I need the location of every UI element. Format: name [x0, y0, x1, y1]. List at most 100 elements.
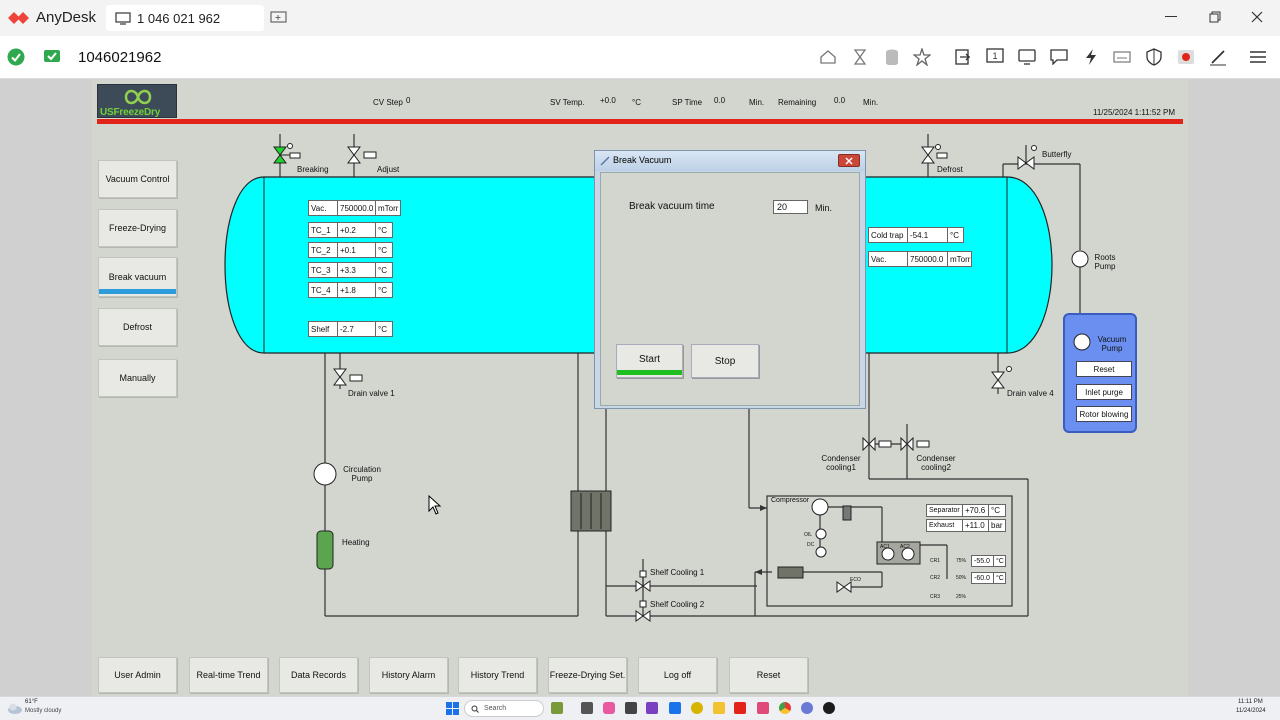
taskbar-app-icon-13[interactable]	[823, 702, 835, 714]
taskbar-app-icon-1[interactable]	[551, 702, 563, 714]
close-button[interactable]	[1248, 8, 1266, 26]
database-icon[interactable]	[882, 47, 902, 67]
cr2-label: CR2	[930, 575, 941, 581]
break-vacuum-dialog: Break Vacuum Break vacuum time 20 Min. S…	[594, 150, 866, 409]
whiteboard-pen-icon[interactable]	[1208, 47, 1228, 67]
dialog-body: Break vacuum time 20 Min. Start Stop	[600, 172, 860, 406]
dialog-titlebar: Break Vacuum	[595, 151, 865, 171]
cr3-label: CR3	[930, 594, 941, 600]
user-admin-button[interactable]: User Admin	[98, 657, 177, 693]
menu-icon[interactable]	[1248, 47, 1268, 67]
restore-button[interactable]	[1206, 8, 1224, 26]
tc1-value: +0.2	[337, 222, 376, 238]
cr2-value: -60.0	[971, 572, 994, 584]
vacuum-pump-label: Vacuum Pump	[1097, 335, 1127, 353]
cr2-percent: 50%	[956, 575, 967, 581]
chrome-icon[interactable]	[779, 702, 791, 714]
history-trend-button[interactable]: History Trend	[458, 657, 537, 693]
realtime-trend-button[interactable]: Real-time Trend	[189, 657, 268, 693]
hourglass-icon[interactable]	[850, 47, 870, 67]
shelf-cooling-1-label: Shelf Cooling 1	[650, 568, 705, 577]
start-active-indicator	[617, 370, 682, 375]
file-explorer-icon[interactable]	[713, 702, 725, 714]
drain-valve-1-label: Drain valve 1	[348, 389, 395, 398]
nav-defrost[interactable]: Defrost	[98, 308, 177, 346]
cold-trap-label: Cold trap	[868, 227, 908, 243]
stop-button[interactable]: Stop	[691, 344, 759, 378]
drain-valve-4-label: Drain valve 4	[1007, 389, 1054, 398]
breaking-valve-label: Breaking	[297, 165, 329, 174]
shelf-value: -2.7	[337, 321, 376, 337]
tc2-unit: °C	[375, 242, 393, 258]
shelf-unit: °C	[375, 321, 393, 337]
roots-pump-label: Roots Pump	[1094, 253, 1116, 271]
condenser-cooling-1-label: Condenser cooling1	[821, 454, 861, 472]
break-vacuum-time-input[interactable]: 20	[773, 200, 808, 214]
taskbar-app-icon-10[interactable]	[757, 702, 769, 714]
weather-cloud-icon	[8, 703, 22, 714]
taskbar-date: 11/24/2024	[1236, 708, 1266, 714]
tc1-unit: °C	[375, 222, 393, 238]
new-tab-icon[interactable]	[270, 11, 288, 25]
anydesk-logo-icon	[8, 12, 29, 24]
tc2-value: +0.1	[337, 242, 376, 258]
outlook-icon[interactable]	[669, 702, 681, 714]
tc3-value: +3.3	[337, 262, 376, 278]
actions-lightning-icon[interactable]	[1081, 47, 1101, 67]
tc4-value: +1.8	[337, 282, 376, 298]
chamber-vac-value: 750000.0	[337, 200, 376, 216]
privacy-icon[interactable]	[818, 47, 838, 67]
anydesk-toolbar: 1046021962 1	[0, 36, 1280, 105]
svg-text:1: 1	[993, 51, 998, 61]
reset-button[interactable]: Reset	[729, 657, 808, 693]
permissions-shield-icon[interactable]	[1144, 47, 1164, 67]
chat-icon[interactable]	[1049, 47, 1069, 67]
settings-gear-icon[interactable]	[801, 702, 813, 714]
vacuum-pump-reset-button[interactable]: Reset	[1076, 361, 1132, 377]
taskbar-app-icon-3[interactable]	[603, 702, 615, 714]
weather-temp: 61°F	[25, 699, 38, 705]
nav-manually[interactable]: Manually	[98, 359, 177, 397]
freeze-drying-set-button[interactable]: Freeze-Drying Set.	[548, 657, 627, 693]
vacuum-pump-panel: Vacuum Pump Reset Inlet purge Rotor blow…	[1063, 313, 1137, 433]
oil-label: OIL	[804, 532, 813, 538]
connected-check-icon	[7, 48, 25, 66]
inlet-purge-button[interactable]: Inlet purge	[1076, 384, 1132, 400]
exhaust-unit: bar	[988, 519, 1006, 532]
star-icon[interactable]	[912, 47, 932, 67]
data-records-button[interactable]: Data Records	[279, 657, 358, 693]
history-alarm-button[interactable]: History Alarm	[369, 657, 448, 693]
taskbar-app-icon-2[interactable]	[581, 702, 593, 714]
minimize-button[interactable]	[1162, 8, 1180, 26]
cr3-percent: 25%	[956, 594, 967, 600]
taskbar-search-box[interactable]: Search	[464, 700, 544, 717]
ac2-label: AC2	[900, 544, 910, 550]
active-nav-indicator	[99, 289, 176, 294]
display-settings-icon[interactable]	[1017, 47, 1037, 67]
dialog-close-button[interactable]	[838, 154, 860, 167]
rotor-blowing-button[interactable]: Rotor blowing	[1076, 406, 1132, 422]
nav-freeze-drying[interactable]: Freeze-Drying	[98, 209, 177, 247]
record-icon[interactable]	[1176, 47, 1196, 67]
address-field[interactable]: 1046021962	[78, 49, 161, 66]
condenser-vac-label: Vac.	[868, 251, 908, 267]
switch-side-icon[interactable]	[953, 47, 973, 67]
taskbar-app-icon-7[interactable]	[691, 702, 703, 714]
windows-start-icon[interactable]	[446, 702, 459, 715]
dialog-feather-icon	[600, 156, 610, 166]
nav-vacuum-control[interactable]: Vacuum Control	[98, 160, 177, 198]
heating-label: Heating	[342, 538, 370, 547]
exhaust-label: Exhaust	[926, 519, 963, 532]
weather-text: Mostly cloudy	[25, 708, 62, 714]
log-off-button[interactable]: Log off	[638, 657, 717, 693]
onenote-icon[interactable]	[646, 702, 658, 714]
vacuum-pump-icon	[1073, 333, 1091, 351]
search-placeholder: Search	[484, 705, 507, 712]
anydesk-taskbar-icon[interactable]	[734, 702, 746, 714]
break-vacuum-time-unit: Min.	[815, 203, 833, 213]
taskbar-app-icon-4[interactable]	[625, 702, 637, 714]
monitor-1-icon[interactable]: 1	[985, 47, 1005, 67]
tc2-label: TC_2	[308, 242, 338, 258]
session-tab[interactable]: 1 046 021 962	[106, 5, 264, 31]
keyboard-icon[interactable]	[1112, 47, 1132, 67]
